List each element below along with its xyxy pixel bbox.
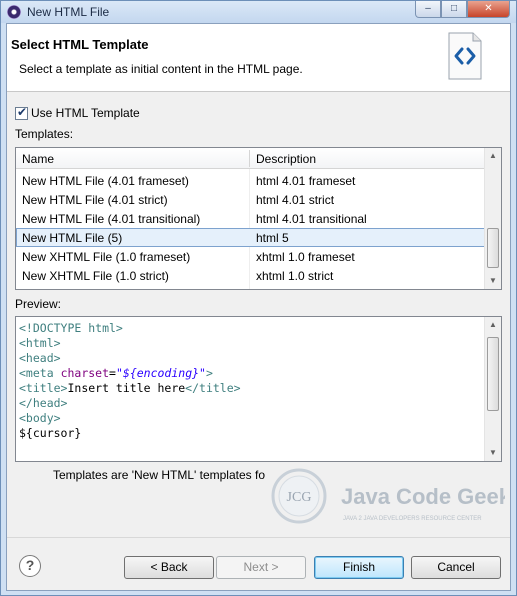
table-row[interactable]: New HTML File (4.01 strict) html 4.01 st…	[16, 190, 486, 209]
table-header: Name Description	[16, 148, 486, 169]
template-description: html 4.01 strict	[256, 193, 335, 207]
scroll-thumb[interactable]	[487, 228, 499, 268]
preview-label: Preview:	[15, 297, 62, 311]
template-description: html 4.01 transitional	[256, 212, 367, 226]
watermark-tagline: JAVA 2 JAVA DEVELOPERS RESOURCE CENTER	[343, 516, 482, 522]
code-line: <html>	[19, 336, 61, 350]
scroll-up-arrow-icon[interactable]: ▲	[485, 148, 501, 164]
scroll-down-arrow-icon[interactable]: ▼	[485, 273, 501, 289]
cancel-button[interactable]: Cancel	[411, 556, 501, 579]
html-file-icon	[448, 32, 482, 80]
table-row[interactable]: New HTML File (4.01 transitional) html 4…	[16, 209, 486, 228]
table-row[interactable]: New XHTML File (1.0 frameset) xhtml 1.0 …	[16, 247, 486, 266]
java-code-geeks-watermark: JCG Java Code Geeks JAVA 2 JAVA DEVELOPE…	[271, 468, 505, 524]
table-row-selected[interactable]: New HTML File (5) html 5	[16, 228, 486, 247]
finish-button[interactable]: Finish	[314, 556, 404, 579]
maximize-button[interactable]: □	[441, 1, 467, 18]
scroll-up-arrow-icon[interactable]: ▲	[485, 317, 501, 333]
templates-table[interactable]: Name Description New HTML File (4.01 fra…	[15, 147, 502, 290]
preview-code: <!DOCTYPE html> <html> <head> <meta charset…	[19, 321, 241, 441]
template-name: New HTML File (4.01 frameset)	[22, 174, 189, 188]
watermark-brand: Java Code Geeks	[341, 484, 505, 509]
next-button[interactable]: Next >	[216, 556, 306, 579]
checkmark-icon: ✔	[17, 104, 28, 119]
page-title: Select HTML Template	[11, 37, 149, 52]
window-controls: – □ ✕	[415, 1, 510, 19]
table-row[interactable]: New HTML File (4.01 frameset) html 4.01 …	[16, 171, 486, 190]
templates-scrollbar[interactable]: ▲ ▼	[484, 148, 501, 289]
code-line: <body>	[19, 411, 61, 425]
window-title: New HTML File	[27, 5, 110, 19]
page-description: Select a template as initial content in …	[19, 62, 303, 76]
title-bar[interactable]: New HTML File – □ ✕	[1, 1, 516, 23]
dialog-body: Select HTML Template Select a template a…	[6, 23, 511, 591]
template-description: html 4.01 frameset	[256, 174, 356, 188]
template-name: New HTML File (4.01 transitional)	[22, 212, 201, 226]
preview-pane[interactable]: <!DOCTYPE html> <html> <head> <meta charset…	[15, 316, 502, 462]
column-header-description[interactable]: Description	[256, 152, 316, 166]
template-description: xhtml 1.0 frameset	[256, 250, 355, 264]
code-line: <meta charset="${encoding}">	[19, 366, 213, 380]
template-name: New HTML File (4.01 strict)	[22, 193, 168, 207]
preview-scrollbar[interactable]: ▲ ▼	[484, 317, 501, 461]
code-line: </head>	[19, 396, 68, 410]
checkbox-box[interactable]: ✔	[15, 104, 28, 120]
use-template-label: Use HTML Template	[31, 106, 140, 120]
close-button[interactable]: ✕	[467, 1, 510, 18]
wizard-header: Select HTML Template Select a template a…	[7, 24, 510, 92]
column-header-name[interactable]: Name	[22, 152, 54, 166]
template-description: xhtml 1.0 strict	[256, 269, 334, 283]
column-divider[interactable]	[249, 150, 250, 167]
footer-divider	[7, 537, 510, 538]
dialog-window: New HTML File – □ ✕ Select HTML Template…	[0, 0, 517, 596]
minimize-button[interactable]: –	[415, 1, 441, 18]
table-row[interactable]: New XHTML File (1.0 strict) xhtml 1.0 st…	[16, 266, 486, 285]
eclipse-icon	[7, 5, 21, 19]
scroll-thumb[interactable]	[487, 337, 499, 411]
template-name: New XHTML File (1.0 strict)	[22, 269, 169, 283]
code-line: <head>	[19, 351, 61, 365]
code-line: ${cursor}	[19, 426, 82, 440]
template-name: New XHTML File (1.0 frameset)	[22, 250, 191, 264]
watermark-logo-text: JCG	[287, 490, 312, 505]
back-button[interactable]: < Back	[124, 556, 214, 579]
template-name: New HTML File (5)	[22, 231, 123, 245]
help-icon[interactable]: ?	[19, 555, 41, 577]
template-description: html 5	[256, 231, 289, 245]
code-line: <!DOCTYPE html>	[19, 321, 123, 335]
templates-label: Templates:	[15, 127, 74, 141]
code-line: <title>Insert title here</title>	[19, 381, 241, 395]
use-template-checkbox[interactable]: ✔ Use HTML Template	[15, 104, 140, 120]
templates-note: Templates are 'New HTML' templates fo	[53, 468, 265, 482]
